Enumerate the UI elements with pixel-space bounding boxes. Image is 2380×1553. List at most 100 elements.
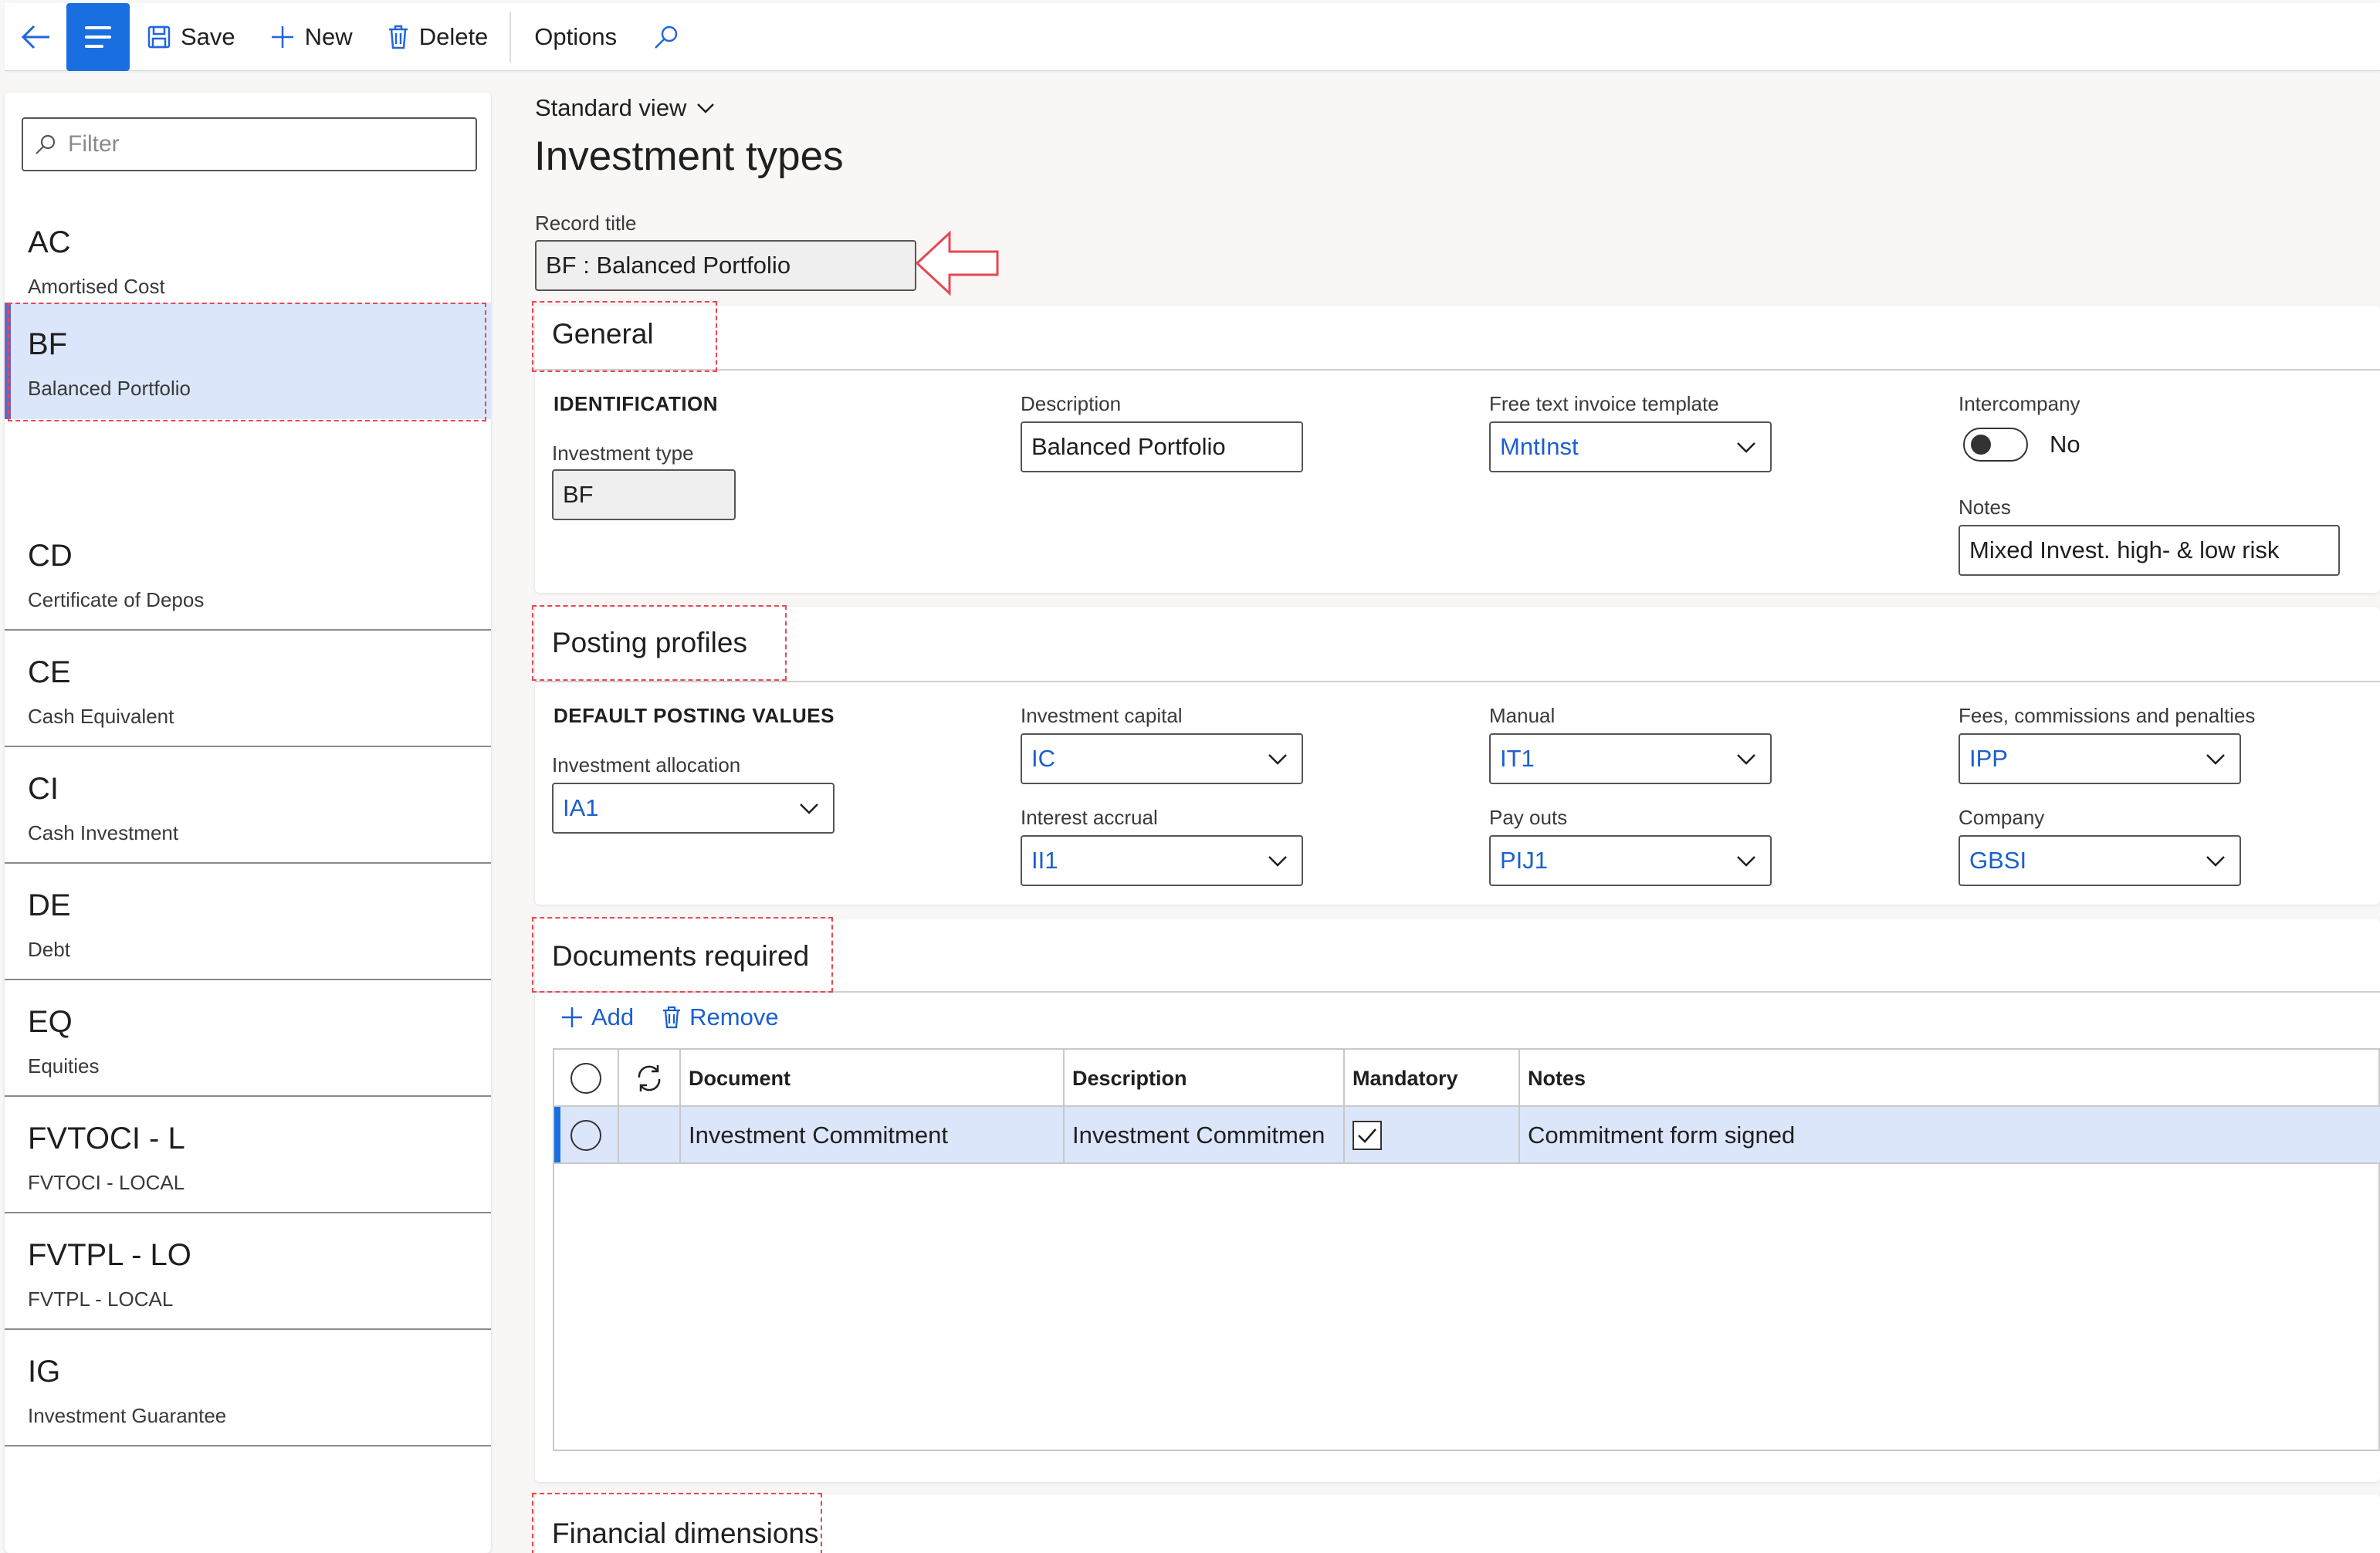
refresh-icon[interactable] <box>633 1062 665 1095</box>
new-button[interactable]: New <box>252 3 370 71</box>
grid-header-row: Document Description Mandatory Notes <box>554 1050 2380 1107</box>
delete-button[interactable]: Delete <box>370 3 506 71</box>
investment-type-field[interactable]: BF <box>552 469 736 520</box>
list-item[interactable]: CE Cash Equivalent <box>5 631 491 747</box>
row-select-cell[interactable] <box>554 1107 619 1164</box>
options-button[interactable]: Options <box>516 3 635 71</box>
row-notes-cell[interactable]: Commitment form signed <box>1520 1107 2378 1164</box>
documents-required-heading[interactable]: Documents required <box>552 940 809 973</box>
list-item-code: EQ <box>28 1005 73 1039</box>
save-button[interactable]: Save <box>130 3 252 71</box>
investment-capital-label: Investment capital <box>1021 704 1183 727</box>
intercompany-value: No <box>2050 431 2080 458</box>
chevron-down-icon <box>2206 754 2225 765</box>
section-divider <box>535 369 2380 370</box>
intercompany-toggle[interactable] <box>1963 428 2028 462</box>
chevron-down-icon <box>1737 856 1755 867</box>
new-label: New <box>304 22 353 50</box>
delete-label: Delete <box>418 22 489 50</box>
list-item-selected[interactable]: BF Balanced Portfolio <box>5 303 491 419</box>
list-item-code: DE <box>28 888 71 922</box>
list-item-desc: Debt <box>28 938 70 961</box>
search-button[interactable] <box>635 3 697 71</box>
financial-dimensions-section: Financial dimensions <box>535 1494 2380 1553</box>
search-icon <box>652 23 680 51</box>
remove-button[interactable]: Remove <box>662 1003 779 1031</box>
manual-label: Manual <box>1489 704 1556 727</box>
list-item[interactable]: AC Amortised Cost <box>5 201 491 317</box>
select-all-cell[interactable] <box>554 1050 619 1107</box>
mandatory-checkbox[interactable] <box>1353 1121 1382 1150</box>
list-item-desc: Investment Guarantee <box>28 1404 227 1427</box>
plus-icon <box>562 1007 582 1027</box>
trash-icon <box>663 1006 681 1029</box>
interest-accrual-dropdown[interactable]: II1 <box>1021 835 1303 886</box>
free-text-invoice-template-dropdown[interactable]: MntInst <box>1489 421 1772 472</box>
list-item[interactable]: CI Cash Investment <box>5 747 491 864</box>
list-item-desc: FVTPL - LOCAL <box>28 1287 174 1311</box>
identification-group-label: IDENTIFICATION <box>554 392 719 415</box>
add-label: Add <box>591 1003 635 1030</box>
back-button[interactable] <box>5 3 66 71</box>
description-field[interactable]: Balanced Portfolio <box>1021 421 1303 472</box>
default-posting-values-label: DEFAULT POSTING VALUES <box>554 704 835 727</box>
row-mandatory-cell[interactable] <box>1345 1107 1520 1164</box>
column-header-description[interactable]: Description <box>1065 1050 1345 1107</box>
financial-dimensions-heading[interactable]: Financial dimensions <box>552 1517 819 1550</box>
intercompany-toggle-group: No <box>1963 428 2080 462</box>
interest-accrual-label: Interest accrual <box>1021 806 1158 829</box>
list-item[interactable]: FVTOCI - L FVTOCI - LOCAL <box>5 1097 491 1213</box>
free-text-invoice-template-value: MntInst <box>1500 433 1579 460</box>
posting-profiles-heading[interactable]: Posting profiles <box>552 627 747 659</box>
row-description-cell[interactable]: Investment Commitmen <box>1065 1107 1345 1164</box>
company-value: GBSI <box>1969 847 2027 874</box>
navigation-menu-button[interactable] <box>66 2 130 71</box>
add-button[interactable]: Add <box>560 1003 634 1031</box>
record-list-panel: Filter AC Amortised Cost BF Balanced Por… <box>5 93 491 1553</box>
list-item-desc: Equities <box>28 1054 100 1078</box>
investment-allocation-value: IA1 <box>563 794 599 821</box>
list-item-desc: Cash Equivalent <box>28 705 174 728</box>
chevron-down-icon <box>1737 754 1755 765</box>
company-label: Company <box>1959 806 2045 829</box>
chevron-down-icon <box>1268 754 1287 765</box>
interest-accrual-value: II1 <box>1031 847 1058 874</box>
fees-label: Fees, commissions and penalties <box>1959 704 2256 727</box>
trash-icon <box>387 24 410 50</box>
notes-label: Notes <box>1959 496 2011 519</box>
list-item[interactable]: CD Certificate of Depos <box>5 514 491 631</box>
column-header-document[interactable]: Document <box>681 1050 1065 1107</box>
list-item[interactable]: FVTPL - LO FVTPL - LOCAL <box>5 1213 491 1330</box>
table-row[interactable]: Investment Commitment Investment Commitm… <box>554 1107 2380 1164</box>
action-toolbar: Save New Delete Options <box>5 2 2380 71</box>
list-item-code: IG <box>28 1355 61 1389</box>
list-item[interactable]: EQ Equities <box>5 980 491 1097</box>
investment-allocation-dropdown[interactable]: IA1 <box>552 783 835 834</box>
refresh-cell[interactable] <box>619 1050 681 1107</box>
filter-input[interactable]: Filter <box>22 117 477 171</box>
list-item-code: CI <box>28 772 59 806</box>
plus-icon <box>269 24 296 50</box>
general-heading[interactable]: General <box>552 318 654 350</box>
select-all-radio[interactable] <box>570 1063 601 1094</box>
investment-capital-dropdown[interactable]: IC <box>1021 733 1303 784</box>
list-item-desc: FVTOCI - LOCAL <box>28 1171 185 1194</box>
manual-dropdown[interactable]: IT1 <box>1489 733 1772 784</box>
intercompany-label: Intercompany <box>1959 392 2080 415</box>
row-select-radio[interactable] <box>570 1120 601 1151</box>
list-item[interactable]: DE Debt <box>5 864 491 980</box>
investment-allocation-label: Investment allocation <box>552 753 741 776</box>
notes-field[interactable]: Mixed Invest. high- & low risk <box>1959 525 2340 576</box>
company-dropdown[interactable]: GBSI <box>1959 835 2241 886</box>
payouts-dropdown[interactable]: PIJ1 <box>1489 835 1772 886</box>
view-selector[interactable]: Standard view <box>535 94 716 122</box>
payouts-value: PIJ1 <box>1500 847 1549 874</box>
column-header-notes[interactable]: Notes <box>1520 1050 2378 1107</box>
fees-dropdown[interactable]: IPP <box>1959 733 2241 784</box>
column-header-mandatory[interactable]: Mandatory <box>1345 1050 1520 1107</box>
row-document-cell[interactable]: Investment Commitment <box>681 1107 1065 1164</box>
documents-grid: Document Description Mandatory Notes Inv… <box>553 1048 2380 1451</box>
view-name: Standard view <box>535 94 687 121</box>
investment-type-label: Investment type <box>552 442 694 465</box>
list-item[interactable]: IG Investment Guarantee <box>5 1330 491 1446</box>
